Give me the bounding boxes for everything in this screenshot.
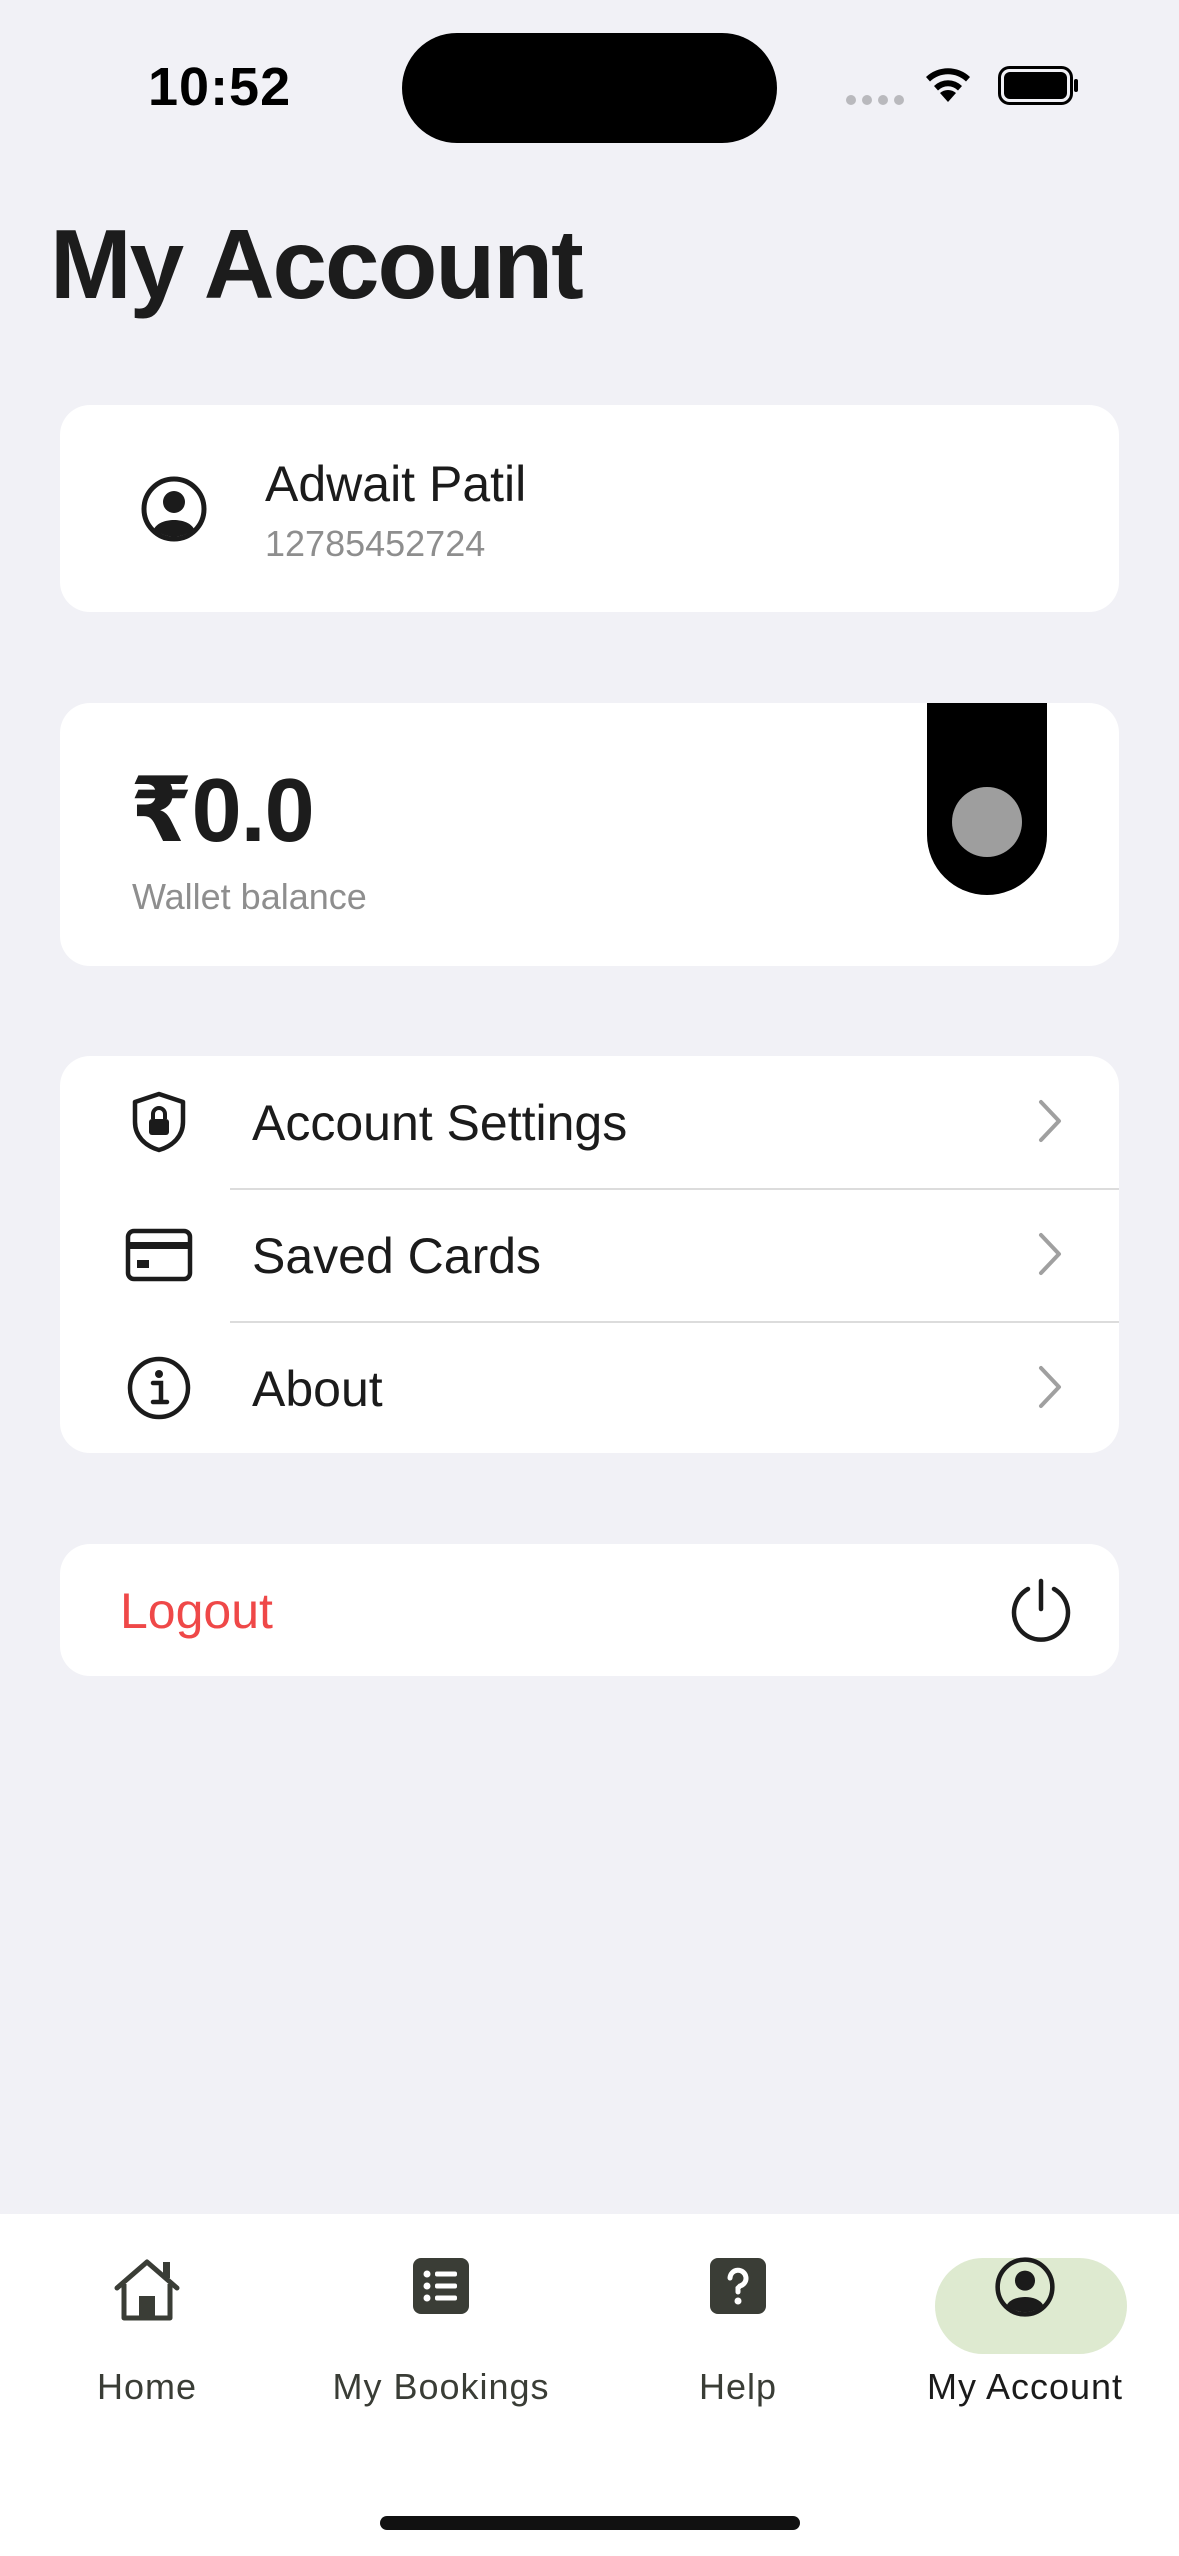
wifi-icon (922, 64, 974, 109)
status-time: 10:52 (148, 57, 292, 117)
menu-item-label: Account Settings (252, 1095, 628, 1151)
info-icon (125, 1354, 193, 1422)
wallet-tag-graphic (927, 703, 1047, 895)
tab-help[interactable]: Help (668, 2214, 808, 2414)
wallet-tag-dot (952, 787, 1022, 857)
tab-label: My Account (926, 2366, 1124, 2407)
menu-card: Account Settings Saved Cards About (60, 1056, 1119, 1453)
tab-bar: Home My Bookings Help My Account (0, 2214, 1179, 2556)
profile-name: Adwait Patil (265, 456, 527, 512)
tab-label: Help (698, 2366, 778, 2407)
wallet-amount: ₹0.0 (130, 761, 315, 861)
profile-card[interactable]: Adwait Patil 12785452724 (60, 405, 1119, 612)
menu-item-saved-cards[interactable]: Saved Cards (60, 1189, 1119, 1321)
battery-icon (998, 66, 1080, 111)
cellular-signal-icon (846, 95, 904, 105)
menu-item-about[interactable]: About (60, 1322, 1119, 1453)
list-icon (411, 2256, 471, 2321)
menu-item-label: About (252, 1361, 383, 1417)
user-circle-icon (994, 2256, 1056, 2323)
tab-my-account[interactable]: My Account (915, 2214, 1135, 2414)
tab-home[interactable]: Home (60, 2214, 234, 2414)
profile-phone: 12785452724 (265, 523, 486, 564)
dynamic-island (402, 33, 777, 143)
tab-my-bookings[interactable]: My Bookings (316, 2214, 566, 2414)
menu-item-label: Saved Cards (252, 1228, 542, 1284)
chevron-right-icon (1035, 1229, 1065, 1284)
help-icon (708, 2256, 768, 2321)
wallet-card[interactable]: ₹0.0 Wallet balance (60, 703, 1119, 966)
chevron-right-icon (1035, 1362, 1065, 1417)
home-icon (109, 2256, 185, 2329)
menu-item-account-settings[interactable]: Account Settings (60, 1056, 1119, 1188)
tab-label: Home (96, 2366, 198, 2407)
shield-lock-icon (125, 1088, 193, 1156)
logout-label: Logout (120, 1583, 273, 1639)
tab-label: My Bookings (332, 2366, 550, 2407)
home-indicator[interactable] (380, 2516, 800, 2530)
chevron-right-icon (1035, 1096, 1065, 1151)
logout-button[interactable]: Logout (60, 1544, 1119, 1676)
power-icon (1008, 1577, 1074, 1648)
page-title: My Account (50, 209, 584, 319)
user-circle-icon (140, 475, 208, 548)
credit-card-icon (125, 1221, 193, 1289)
wallet-label: Wallet balance (132, 876, 367, 917)
